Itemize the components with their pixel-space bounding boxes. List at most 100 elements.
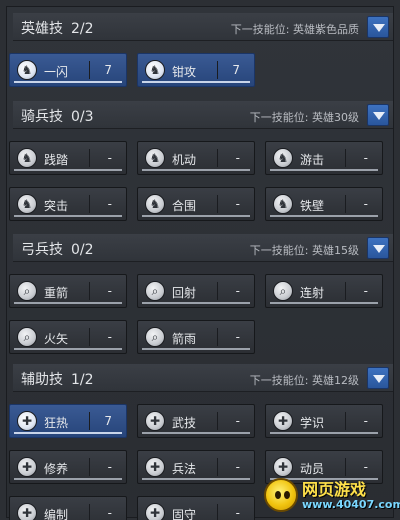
skill-name: 铁壁: [300, 199, 325, 213]
skill-name: 突击: [44, 199, 69, 213]
section-name: 辅助技: [21, 372, 63, 388]
skill-slot[interactable]: ✚ 武技 -: [137, 404, 255, 438]
skill-progress-bar: [14, 302, 122, 304]
skill-name: 回射: [172, 286, 197, 300]
section-title: 辅助技 1/2: [21, 369, 94, 389]
skill-progress-bar: [14, 348, 122, 350]
skill-level: -: [363, 414, 368, 428]
skill-progress-bar: [270, 432, 378, 434]
skill-level: 7: [104, 414, 112, 428]
skill-name: 机动: [172, 153, 197, 167]
shield-icon: ✚: [17, 503, 37, 520]
skill-progress-bar: [270, 169, 378, 171]
skill-progress-bar: [142, 215, 250, 217]
skill-slot[interactable]: ⌕ 连射 -: [265, 274, 383, 308]
skill-slot[interactable]: ⌕ 箭雨 -: [137, 320, 255, 354]
skill-level: -: [363, 284, 368, 298]
skill-divider: [89, 504, 90, 520]
skill-slot[interactable]: ✚ 狂热 7: [9, 404, 127, 438]
watermark-url: www.40407.com: [302, 498, 400, 511]
skill-slot[interactable]: ♞ 机动 -: [137, 141, 255, 175]
section-slot-count: 2/2: [71, 21, 94, 37]
skill-progress-bar: [14, 478, 122, 480]
skill-progress-bar: [142, 432, 250, 434]
skill-divider: [217, 61, 218, 79]
skill-divider: [89, 282, 90, 300]
skill-divider: [217, 412, 218, 430]
cavalry-helmet-icon: ♞: [145, 194, 165, 214]
shield-icon: ✚: [17, 411, 37, 431]
skill-slot[interactable]: ✚ 修养 -: [9, 450, 127, 484]
skill-name: 一闪: [44, 65, 69, 79]
watermark-emblem-icon: [264, 478, 298, 512]
skill-progress-bar: [270, 215, 378, 217]
skill-level: -: [107, 506, 112, 520]
site-watermark: 网页游戏 www.40407.com: [264, 472, 400, 516]
section-slot-count: 1/2: [71, 372, 94, 388]
skill-level: -: [235, 460, 240, 474]
skill-name: 连射: [300, 286, 325, 300]
collapse-toggle-button[interactable]: [367, 16, 389, 38]
skill-slot[interactable]: ✚ 固守 -: [137, 496, 255, 520]
skill-slot[interactable]: ♞ 游击 -: [265, 141, 383, 175]
skill-progress-bar: [270, 302, 378, 304]
skill-name: 兵法: [172, 462, 197, 476]
skill-progress-bar: [14, 215, 122, 217]
skill-name: 游击: [300, 153, 325, 167]
skill-level: -: [107, 330, 112, 344]
skill-divider: [89, 458, 90, 476]
skill-divider: [217, 195, 218, 213]
skill-slot[interactable]: ⌕ 回射 -: [137, 274, 255, 308]
skill-divider: [345, 149, 346, 167]
skill-slot[interactable]: ✚ 兵法 -: [137, 450, 255, 484]
skill-slot[interactable]: ⌕ 重箭 -: [9, 274, 127, 308]
skill-level: -: [107, 460, 112, 474]
skill-divider: [89, 195, 90, 213]
skill-progress-bar: [14, 432, 122, 434]
skill-slot[interactable]: ♞ 铁壁 -: [265, 187, 383, 221]
skill-level: -: [235, 284, 240, 298]
watermark-title: 网页游戏: [302, 480, 367, 499]
skill-divider: [89, 328, 90, 346]
bow-icon: ⌕: [17, 327, 37, 347]
cavalry-helmet-icon: ♞: [17, 60, 37, 80]
shield-icon: ✚: [145, 503, 165, 520]
skill-name: 编制: [44, 508, 69, 520]
bow-icon: ⌕: [17, 281, 37, 301]
skill-name: 学识: [300, 416, 325, 430]
skill-slot[interactable]: ♞ 一闪 7: [9, 53, 127, 87]
skill-slot[interactable]: ♞ 践踏 -: [9, 141, 127, 175]
skill-level: -: [363, 197, 368, 211]
skill-divider: [345, 282, 346, 300]
skill-level: -: [107, 151, 112, 165]
skill-slot[interactable]: ♞ 钳攻 7: [137, 53, 255, 87]
skill-divider: [217, 328, 218, 346]
shield-icon: ✚: [273, 411, 293, 431]
skill-slot[interactable]: ✚ 学识 -: [265, 404, 383, 438]
skill-slot[interactable]: ✚ 编制 -: [9, 496, 127, 520]
next-slot-requirement: 下一技能位: 英雄30级: [249, 111, 359, 124]
section-header-support: 辅助技 1/2 下一技能位: 英雄12级: [13, 364, 393, 392]
section-title: 骑兵技 0/3: [21, 106, 94, 126]
skill-name: 武技: [172, 416, 197, 430]
section-slot-count: 0/3: [71, 109, 94, 125]
section-title: 英雄技 2/2: [21, 18, 94, 38]
skill-panel: 英雄技 2/2 下一技能位: 英雄紫色品质 ♞ 一闪 7 ♞ 钳攻 7 骑兵技 0/3 下一技能位: …: [6, 6, 394, 520]
skill-slot[interactable]: ⌕ 火矢 -: [9, 320, 127, 354]
skill-name: 固守: [172, 508, 197, 520]
cavalry-helmet-icon: ♞: [145, 148, 165, 168]
collapse-toggle-button[interactable]: [367, 237, 389, 259]
collapse-toggle-button[interactable]: [367, 367, 389, 389]
skill-progress-bar: [142, 302, 250, 304]
skill-divider: [345, 195, 346, 213]
cavalry-helmet-icon: ♞: [273, 194, 293, 214]
section-name: 骑兵技: [21, 109, 63, 125]
next-slot-requirement: 下一技能位: 英雄12级: [249, 374, 359, 387]
collapse-toggle-button[interactable]: [367, 104, 389, 126]
skill-slot[interactable]: ♞ 突击 -: [9, 187, 127, 221]
cavalry-helmet-icon: ♞: [17, 148, 37, 168]
skill-slot[interactable]: ♞ 合围 -: [137, 187, 255, 221]
next-slot-requirement: 下一技能位: 英雄紫色品质: [230, 23, 359, 36]
skill-divider: [217, 149, 218, 167]
next-slot-requirement: 下一技能位: 英雄15级: [249, 244, 359, 257]
